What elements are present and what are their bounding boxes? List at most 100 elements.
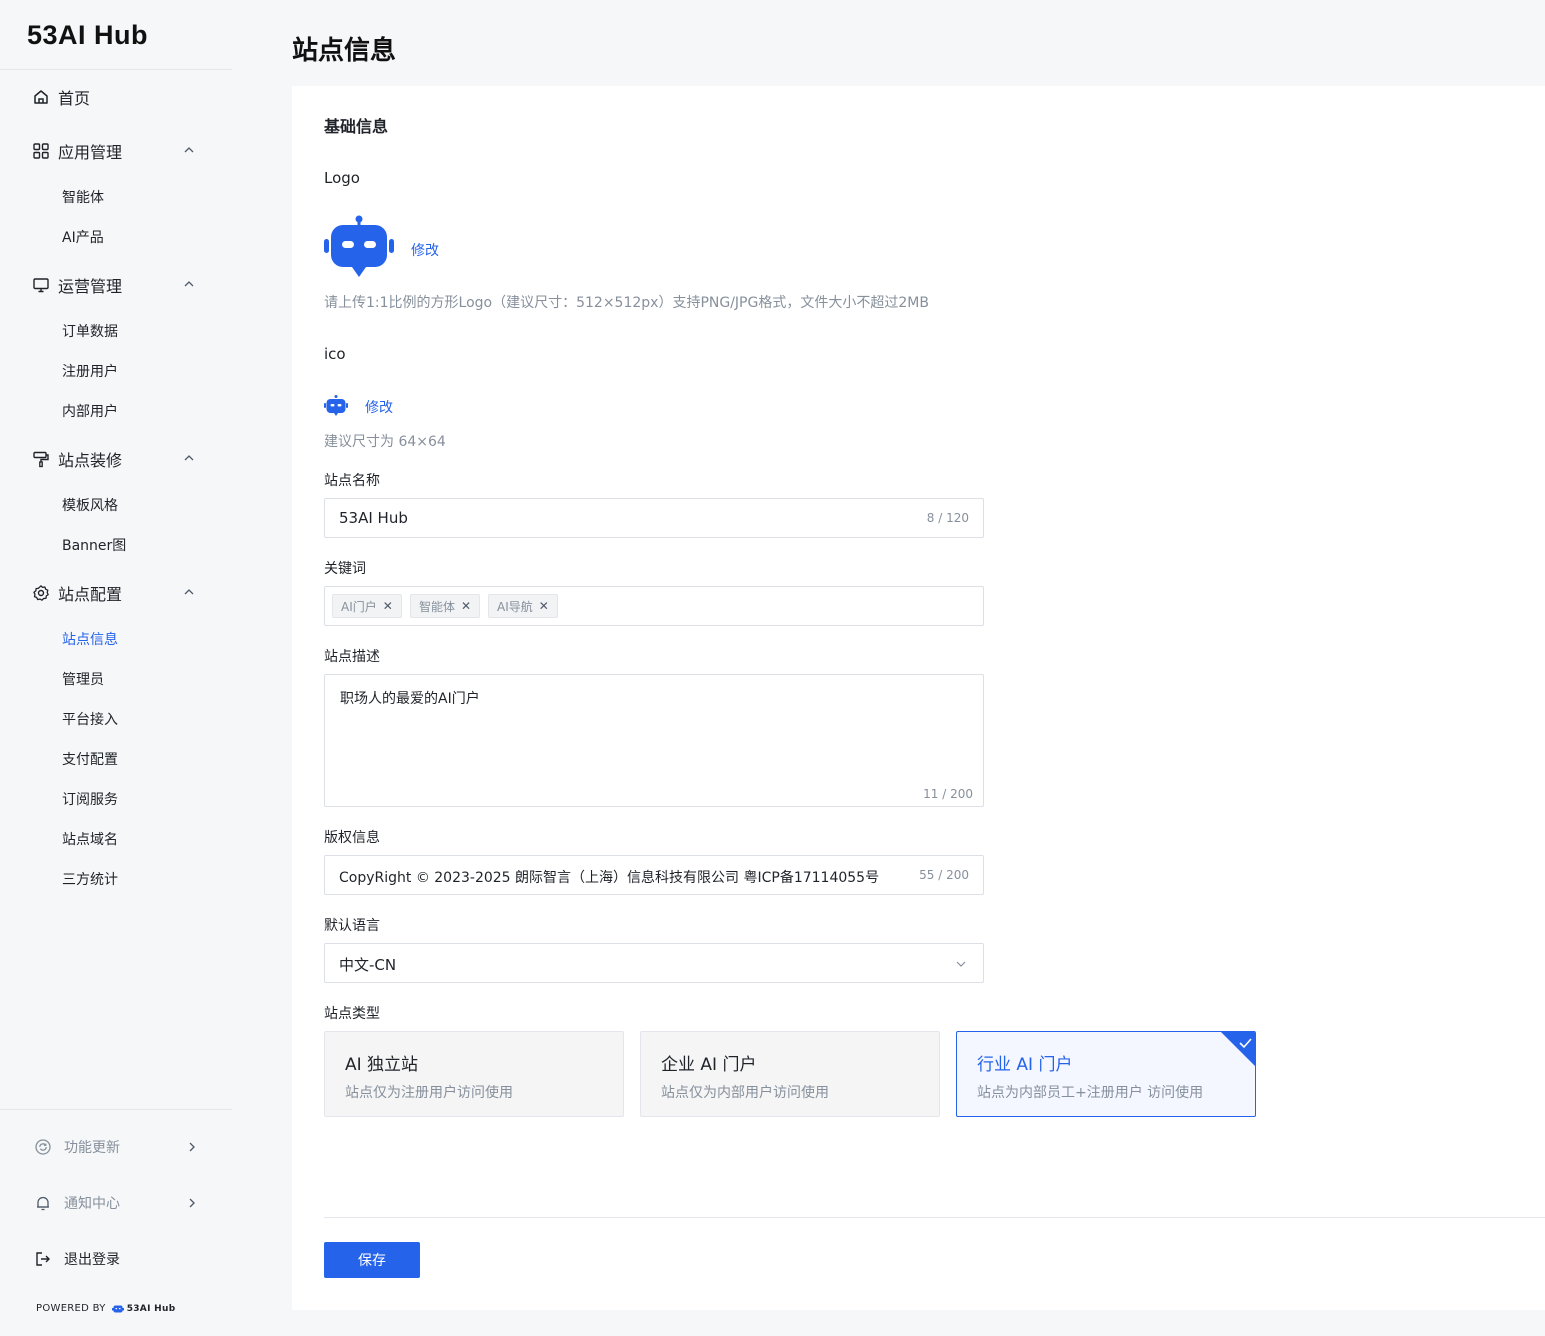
chevron-right-icon — [189, 1198, 195, 1208]
checkmark-icon — [1221, 1032, 1255, 1066]
site-type-title: 企业 AI 门户 — [661, 1055, 757, 1075]
powered-by-text: POWERED BY — [36, 1303, 106, 1314]
site-type-option-enterprise[interactable]: 企业 AI 门户 站点仅为内部用户访问使用 — [640, 1031, 940, 1117]
copyright-count: 55 / 200 — [919, 868, 969, 882]
sidebar-group-label: 站点配置 — [58, 585, 123, 604]
sidebar-item-registered-users[interactable]: 注册用户 — [62, 362, 118, 382]
robot-icon — [111, 1305, 124, 1312]
sidebar-item-banner[interactable]: Banner图 — [62, 536, 126, 556]
sidebar-group-site-config[interactable]: 站点配置 — [0, 573, 232, 613]
sidebar-item-platform-access[interactable]: 平台接入 — [62, 710, 118, 730]
feature-updates-item[interactable]: 功能更新 — [0, 1132, 232, 1162]
chevron-up-icon — [184, 281, 194, 287]
close-icon[interactable]: ✕ — [461, 599, 471, 613]
keywords-input[interactable]: AI门户 ✕ 智能体 ✕ AI导航 ✕ — [324, 586, 984, 626]
copyright-label: 版权信息 — [324, 830, 380, 846]
logo-hint: 请上传1:1比例的方形Logo（建议尺寸：512×512px）支持PNG/JPG… — [324, 295, 929, 311]
powered-by-brand: 53AI Hub — [111, 1303, 176, 1314]
site-name-count: 8 / 120 — [926, 511, 969, 525]
sidebar-item-ai-products[interactable]: AI产品 — [62, 228, 104, 248]
notification-center-item[interactable]: 通知中心 — [0, 1188, 232, 1218]
sidebar-item-home[interactable]: 首页 — [0, 77, 232, 117]
keyword-tag-text: 智能体 — [419, 599, 456, 614]
site-info-card: 基础信息 Logo 修改 请上传1:1比例的方形Logo（建议尺寸：512×51… — [292, 86, 1545, 1310]
powered-by: POWERED BY 53AI Hub — [36, 1303, 175, 1314]
site-type-option-standalone[interactable]: AI 独立站 站点仅为注册用户访问使用 — [324, 1031, 624, 1117]
sidebar-item-internal-users[interactable]: 内部用户 — [62, 402, 118, 422]
notification-center-label: 通知中心 — [64, 1196, 120, 1212]
sidebar-item-templates[interactable]: 模板风格 — [62, 496, 118, 516]
copyright-input[interactable]: CopyRight © 2023-2025 朗际智言（上海）信息科技有限公司 粤… — [324, 855, 984, 895]
keyword-tag: AI门户 ✕ — [332, 594, 402, 618]
sidebar: 53AI Hub 首页 应用管理 智能体 AI产品 运营管理 订单数据 注册用户… — [0, 0, 232, 1336]
sidebar-group-site-decoration[interactable]: 站点装修 — [0, 439, 232, 479]
ico-robot-icon — [324, 395, 348, 416]
sidebar-item-domain[interactable]: 站点域名 — [62, 830, 118, 850]
sidebar-item-label: 首页 — [58, 89, 91, 108]
close-icon[interactable]: ✕ — [383, 599, 393, 613]
sidebar-group-label: 运营管理 — [58, 277, 123, 296]
site-type-title: 行业 AI 门户 — [977, 1055, 1073, 1075]
brand-divider — [0, 69, 232, 70]
monitor-icon — [33, 278, 49, 293]
feature-updates-label: 功能更新 — [64, 1140, 120, 1156]
chevron-up-icon — [184, 589, 194, 595]
description-value: 职场人的最爱的AI门户 — [340, 691, 480, 707]
site-type-desc: 站点为内部员工+注册用户 访问使用 — [977, 1085, 1204, 1101]
section-title: 基础信息 — [324, 117, 389, 136]
copyright-value: CopyRight © 2023-2025 朗际智言（上海）信息科技有限公司 粤… — [339, 870, 880, 886]
sidebar-group-label: 站点装修 — [58, 451, 123, 470]
sidebar-item-payment-config[interactable]: 支付配置 — [62, 750, 118, 770]
site-type-option-industry[interactable]: 行业 AI 门户 站点为内部员工+注册用户 访问使用 — [956, 1031, 1256, 1117]
description-label: 站点描述 — [324, 649, 380, 665]
chevron-up-icon — [184, 147, 194, 153]
grid-icon — [33, 143, 49, 159]
logout-label: 退出登录 — [64, 1252, 120, 1268]
footer-divider — [324, 1217, 1545, 1218]
sidebar-item-admins[interactable]: 管理员 — [62, 670, 104, 690]
ico-label: ico — [324, 345, 346, 363]
chevron-up-icon — [184, 455, 194, 461]
save-button[interactable]: 保存 — [324, 1242, 420, 1278]
language-label: 默认语言 — [324, 918, 380, 934]
site-name-input[interactable]: 53AI Hub 8 / 120 — [324, 498, 984, 538]
site-type-title: AI 独立站 — [345, 1055, 419, 1075]
keyword-tag: AI导航 ✕ — [488, 594, 558, 618]
powered-brand-name: 53AI Hub — [126, 1303, 176, 1314]
keywords-label: 关键词 — [324, 561, 366, 577]
site-type-desc: 站点仅为内部用户访问使用 — [661, 1085, 829, 1101]
site-name-value: 53AI Hub — [339, 509, 408, 527]
sidebar-group-operations[interactable]: 运营管理 — [0, 265, 232, 305]
paint-roller-icon — [33, 451, 49, 468]
keyword-tag-text: AI导航 — [497, 599, 533, 614]
gear-icon — [33, 585, 49, 601]
sidebar-item-analytics[interactable]: 三方统计 — [62, 870, 118, 890]
ico-edit-link[interactable]: 修改 — [365, 397, 393, 417]
logo-label: Logo — [324, 169, 360, 187]
keyword-tag: 智能体 ✕ — [410, 594, 481, 618]
description-textarea[interactable]: 职场人的最爱的AI门户 11 / 200 — [324, 674, 984, 807]
language-select[interactable]: 中文-CN — [324, 943, 984, 983]
sidebar-item-orders[interactable]: 订单数据 — [62, 322, 118, 342]
logout-item[interactable]: 退出登录 — [0, 1244, 232, 1274]
ico-hint: 建议尺寸为 64×64 — [324, 434, 446, 450]
page-title: 站点信息 — [292, 36, 397, 66]
site-type-label: 站点类型 — [324, 1006, 380, 1022]
sidebar-item-site-info[interactable]: 站点信息 — [62, 630, 118, 650]
description-count: 11 / 200 — [923, 787, 973, 801]
sidebar-group-app-management[interactable]: 应用管理 — [0, 131, 232, 171]
language-value: 中文-CN — [339, 956, 397, 974]
chevron-right-icon — [189, 1142, 195, 1152]
logo-edit-link[interactable]: 修改 — [411, 240, 439, 260]
refresh-icon — [35, 1139, 51, 1155]
brand-logo: 53AI Hub — [27, 20, 149, 50]
chevron-down-icon — [956, 961, 966, 967]
sidebar-item-subscription[interactable]: 订阅服务 — [62, 790, 118, 810]
close-icon[interactable]: ✕ — [539, 599, 549, 613]
site-name-label: 站点名称 — [324, 473, 380, 489]
sidebar-item-agents[interactable]: 智能体 — [62, 188, 104, 208]
home-icon — [34, 90, 48, 104]
logout-icon — [36, 1252, 50, 1266]
keyword-tag-text: AI门户 — [341, 599, 377, 614]
sidebar-divider — [0, 1109, 232, 1110]
